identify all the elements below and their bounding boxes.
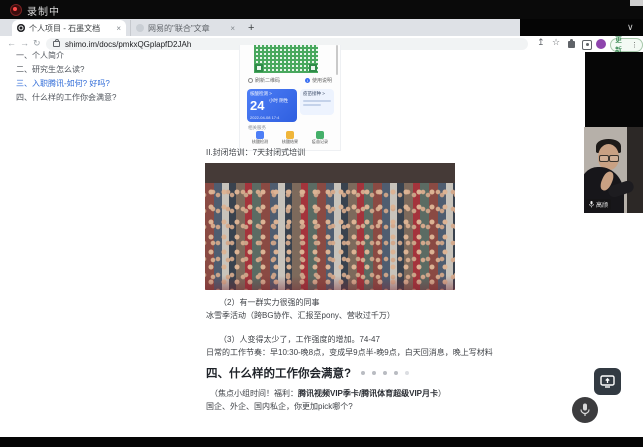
back-button[interactable]: ← (7, 38, 16, 48)
paragraph: 日常的工作节奏：早10:30-晚8点，变成早9点半-晚9点，白天回消息，晚上写材… (206, 347, 493, 358)
outline-item-satisfy[interactable]: 四、什么样的工作你会满意? (16, 91, 176, 105)
hours-unit: 小时 阴性 (269, 97, 288, 104)
vaccine-card: 疫苗接种 > (300, 89, 334, 115)
services-row: 核酸检测 核酸结果 疫苗记录 (248, 131, 332, 145)
new-tab-button[interactable]: + (248, 22, 254, 34)
chevron-down-icon[interactable]: ∨ (627, 22, 634, 33)
service-item: 疫苗记录 (308, 131, 332, 145)
meeting-screen: 录制中 个人项目 - 石墨文档 × 网易的"联合"文章 × + ∨ ← → ↻ … (0, 0, 643, 447)
qr-code-image (254, 45, 318, 73)
lock-icon (53, 41, 60, 47)
nucleic-test-card: 核酸检测 > 24 小时 阴性 2022-04-08 17:4 (247, 89, 297, 122)
browser-tab-strip: 个人项目 - 石墨文档 × 网易的"联合"文章 × + (0, 19, 520, 36)
training-line: II.封闭培训：7天封闭式培训 (206, 147, 305, 158)
health-code-embed-image: 刷新二维码 i使用说明 核酸检测 > 24 小时 阴性 2022-04-08 1… (239, 45, 341, 151)
paragraph: （2）有一群实力很强的同事 (219, 297, 319, 308)
text-bar (303, 100, 331, 102)
tab-title: 个人项目 - 石墨文档 (29, 23, 112, 34)
extensions-puzzle-icon[interactable] (568, 41, 575, 48)
recording-icon (10, 4, 22, 16)
profile-icon[interactable] (582, 40, 592, 50)
tab-favicon-icon (136, 24, 144, 32)
browser-update-button[interactable]: 更新 ⋮ (610, 38, 643, 52)
participant-video-tile[interactable]: 高颀 (584, 127, 643, 213)
outline-item-gradschool[interactable]: 二、研究生怎么读? (16, 63, 176, 77)
qr-finder-icon (309, 64, 317, 72)
close-icon[interactable]: × (116, 24, 121, 33)
paragraph: （焦点小组时间！福利：腾讯视频VIP季卡/腾讯体育超级VIP月卡） (210, 388, 446, 399)
paragraph: 国企、外企、国内私企，你更加pick哪个? (206, 401, 353, 412)
tab-article[interactable]: 网易的"联合"文章 × (130, 20, 240, 36)
section-heading: 四、什么样的工作你会满意? (206, 365, 416, 381)
service-item: 核酸结果 (278, 131, 302, 145)
glasses-icon (599, 155, 609, 162)
paragraph: 冰雪季活动（跨BG协作、汇报至pony、营收过千万） (206, 310, 395, 321)
participant-name: 高颀 (596, 200, 608, 209)
refresh-icon (248, 78, 253, 83)
window-corner-sliver (630, 0, 643, 6)
info-icon: i (305, 78, 310, 83)
forward-button[interactable]: → (20, 38, 29, 48)
heading-text: 四、什么样的工作你会满意? (206, 368, 351, 380)
service-icon (316, 131, 324, 139)
group-photo-image (205, 163, 455, 290)
paragraph: （3）人变得太少了，工作强度的增加。74-47 (219, 334, 380, 345)
microphone-icon (580, 403, 590, 417)
test-date: 2022-04-08 17:4 (247, 115, 297, 120)
refresh-qr-button: 刷新二维码 (248, 77, 280, 84)
tab-shimo-doc[interactable]: 个人项目 - 石墨文档 × (12, 20, 126, 36)
outline-item-tencent[interactable]: 三、入职腾讯-如何? 好吗? (16, 77, 176, 91)
reload-button[interactable]: ↻ (33, 38, 41, 49)
screen-share-button[interactable] (594, 368, 621, 395)
embed-scrollbar (336, 45, 338, 75)
text-bar (303, 104, 321, 106)
bottom-black-bar (0, 437, 643, 447)
service-item: 核酸检测 (248, 131, 272, 145)
bookmark-star-icon[interactable]: ☆ (552, 37, 560, 48)
service-icon (286, 131, 294, 139)
qr-finder-icon (255, 64, 263, 72)
presence-dots (361, 366, 416, 378)
hours-value: 24 (247, 99, 264, 112)
shimo-favicon-icon (17, 24, 25, 32)
card-title: 核酸检测 > (247, 89, 297, 97)
more-menu-icon[interactable]: ⋮ (631, 41, 638, 49)
glasses-icon (609, 155, 619, 162)
microphone-button[interactable] (572, 397, 598, 423)
recording-bar: 录制中 (0, 0, 643, 19)
document-page: 一、个人简介 二、研究生怎么读? 三、入职腾讯-如何? 好吗? 四、什么样的工作… (0, 52, 643, 437)
outline-item-intro[interactable]: 一、个人简介 (16, 49, 176, 63)
screen-share-icon (600, 375, 615, 388)
recording-label: 录制中 (27, 3, 60, 18)
mic-icon (589, 201, 594, 208)
participant-name-chip: 高颀 (586, 199, 611, 210)
avatar[interactable] (596, 39, 606, 49)
service-icon (256, 131, 264, 139)
close-icon[interactable]: × (230, 24, 235, 33)
share-page-icon[interactable]: ↥ (537, 37, 545, 48)
qr-info-button: i使用说明 (305, 77, 332, 84)
outline-sidebar: 一、个人简介 二、研究生怎么读? 三、入职腾讯-如何? 好吗? 四、什么样的工作… (16, 49, 176, 105)
card-title: 疫苗接种 > (300, 89, 334, 98)
qr-buttons-row: 刷新二维码 i使用说明 (248, 77, 332, 84)
tab-title: 网易的"联合"文章 (148, 23, 226, 34)
url-text: shimo.im/docs/pmkxQGplapfD2JAh (65, 40, 191, 49)
